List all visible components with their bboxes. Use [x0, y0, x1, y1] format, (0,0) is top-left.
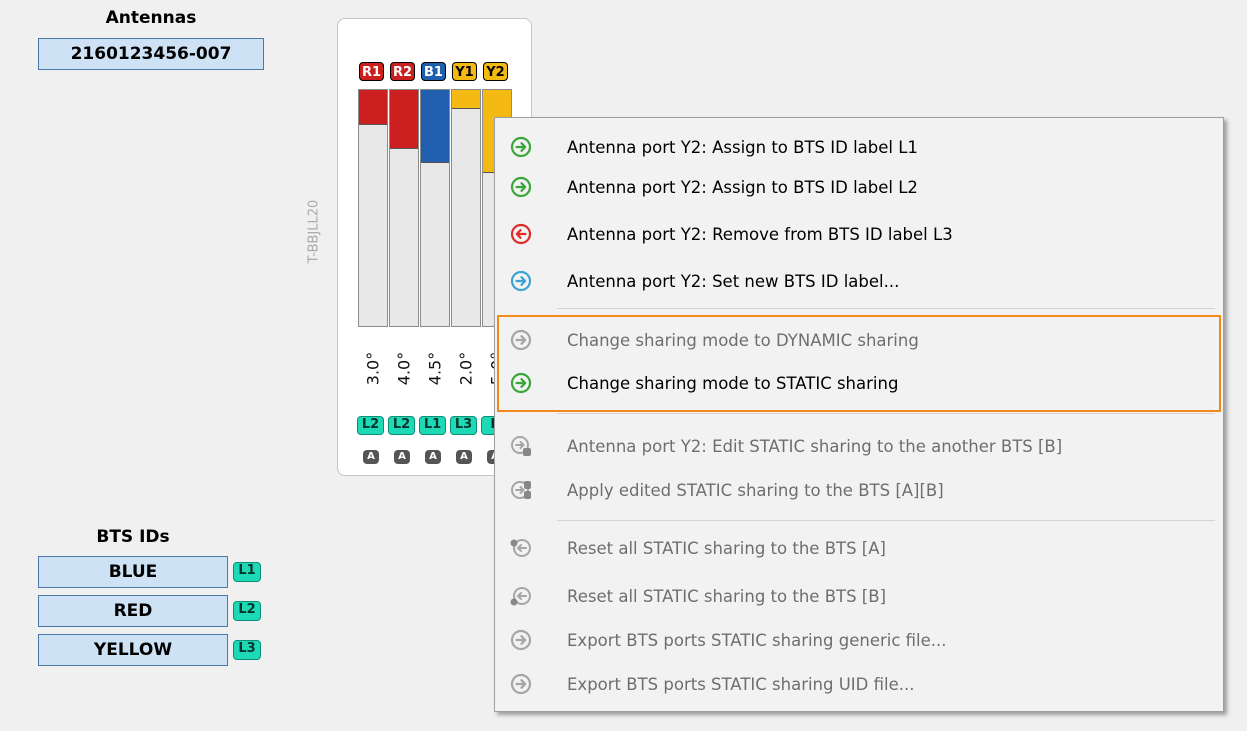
port-tilt-angle: 4.0° — [394, 351, 414, 386]
port-bar-r2[interactable] — [389, 89, 419, 327]
menu-item-label: Apply edited STATIC sharing to the BTS [… — [567, 480, 944, 500]
menu-item-label: Antenna port Y2: Edit STATIC sharing to … — [567, 436, 1063, 456]
apply-sharing-ab-icon — [510, 479, 532, 501]
port-mode-badge: A — [456, 450, 472, 464]
menu-item-10[interactable]: Reset all STATIC sharing to the BTS [B] — [495, 576, 1223, 616]
port-bar-y1[interactable] — [451, 89, 481, 327]
menu-item-label: Reset all STATIC sharing to the BTS [A] — [567, 538, 886, 558]
bts-id-blue[interactable]: BLUE — [38, 556, 228, 588]
port-bar-fill — [359, 90, 387, 126]
port-bar-fill — [421, 90, 449, 164]
arrow-right-circle-icon — [510, 270, 532, 292]
arrow-right-circle-icon — [510, 673, 532, 695]
port-bts-label[interactable]: L3 — [450, 416, 477, 435]
port-bar-fill — [390, 90, 418, 149]
menu-separator — [557, 308, 1215, 309]
port-tilt-angle: 2.0° — [456, 351, 476, 386]
menu-item-4[interactable]: Antenna port Y2: Set new BTS ID label... — [495, 261, 1223, 301]
menu-item-2[interactable]: Antenna port Y2: Assign to BTS ID label … — [495, 167, 1223, 207]
bts-ids-heading: BTS IDs — [96, 527, 170, 547]
arrow-right-circle-icon — [510, 372, 532, 394]
port-tag-r2[interactable]: R2 — [390, 62, 415, 81]
antenna-id-box[interactable]: 2160123456-007 — [38, 38, 264, 70]
menu-item-label: Antenna port Y2: Remove from BTS ID labe… — [567, 224, 953, 244]
edit-sharing-b-icon — [510, 435, 532, 457]
port-tag-y1[interactable]: Y1 — [452, 62, 477, 81]
reset-a-icon — [510, 537, 532, 559]
bts-id-blue-label: L1 — [233, 562, 261, 582]
menu-item-8[interactable]: Apply edited STATIC sharing to the BTS [… — [495, 470, 1223, 510]
menu-item-1[interactable]: Antenna port Y2: Assign to BTS ID label … — [495, 127, 1223, 167]
port-bts-label[interactable]: L1 — [419, 416, 446, 435]
port-tilt-angle: 3.0° — [363, 351, 383, 386]
arrow-left-circle-icon — [510, 223, 532, 245]
port-tilt-angle: 4.5° — [425, 351, 445, 386]
port-bts-label[interactable]: L2 — [388, 416, 415, 435]
module-name-label: T-BBJLL20 — [306, 199, 322, 264]
arrow-right-circle-icon — [510, 176, 532, 198]
port-bar-fill — [452, 90, 480, 109]
menu-item-5[interactable]: Change sharing mode to DYNAMIC sharing — [495, 320, 1223, 360]
menu-item-label: Change sharing mode to DYNAMIC sharing — [567, 330, 919, 350]
bts-id-red[interactable]: RED — [38, 595, 228, 627]
bts-id-red-label: L2 — [233, 601, 261, 621]
menu-item-9[interactable]: Reset all STATIC sharing to the BTS [A] — [495, 528, 1223, 568]
menu-item-label: Export BTS ports STATIC sharing UID file… — [567, 674, 915, 694]
port-tag-r1[interactable]: R1 — [359, 62, 384, 81]
menu-item-7[interactable]: Antenna port Y2: Edit STATIC sharing to … — [495, 426, 1223, 466]
menu-item-label: Antenna port Y2: Assign to BTS ID label … — [567, 177, 918, 197]
menu-item-11[interactable]: Export BTS ports STATIC sharing generic … — [495, 620, 1223, 660]
port-bar-r1[interactable] — [358, 89, 388, 327]
port-bar-b1[interactable] — [420, 89, 450, 327]
bts-id-yellow-label: L3 — [233, 640, 261, 660]
port-tag-b1[interactable]: B1 — [421, 62, 446, 81]
menu-item-3[interactable]: Antenna port Y2: Remove from BTS ID labe… — [495, 214, 1223, 254]
port-tag-y2[interactable]: Y2 — [483, 62, 508, 81]
menu-item-6[interactable]: Change sharing mode to STATIC sharing — [495, 363, 1223, 403]
menu-item-label: Reset all STATIC sharing to the BTS [B] — [567, 586, 887, 606]
menu-item-label: Antenna port Y2: Assign to BTS ID label … — [567, 137, 918, 157]
menu-item-label: Change sharing mode to STATIC sharing — [567, 373, 899, 393]
port-bts-label[interactable]: L2 — [357, 416, 384, 435]
port-mode-badge: A — [425, 450, 441, 464]
menu-item-12[interactable]: Export BTS ports STATIC sharing UID file… — [495, 664, 1223, 704]
menu-separator — [557, 520, 1215, 521]
bts-id-yellow[interactable]: YELLOW — [38, 634, 228, 666]
arrow-right-circle-icon — [510, 136, 532, 158]
menu-item-label: Antenna port Y2: Set new BTS ID label... — [567, 271, 900, 291]
reset-b-icon — [510, 585, 532, 607]
arrow-right-circle-icon — [510, 329, 532, 351]
menu-separator — [557, 413, 1215, 414]
context-menu: Antenna port Y2: Assign to BTS ID label … — [494, 117, 1224, 712]
port-mode-badge: A — [363, 450, 379, 464]
menu-item-label: Export BTS ports STATIC sharing generic … — [567, 630, 947, 650]
port-mode-badge: A — [394, 450, 410, 464]
arrow-right-circle-icon — [510, 629, 532, 651]
antennas-heading: Antennas — [105, 8, 197, 28]
